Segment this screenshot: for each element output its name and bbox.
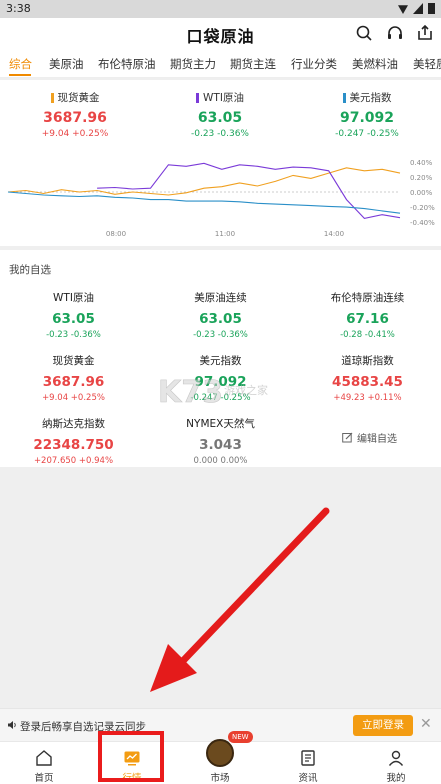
x-tick-label: 08:00	[106, 230, 126, 238]
y-tick-label: -0.40%	[410, 219, 435, 227]
nav-news[interactable]: 资讯	[264, 742, 352, 784]
edit-icon	[342, 432, 353, 443]
tab-brent-crude[interactable]: 布伦特原油	[98, 56, 156, 72]
app-header: 口袋原油	[0, 18, 441, 48]
login-prompt-bar: 登录后畅享自选记录云同步 立即登录 ✕	[0, 708, 441, 741]
quote-price: 97.092	[339, 110, 395, 126]
quote-card-dollar-index[interactable]: 美元指数 97.092 -0.247 -0.25%	[297, 90, 437, 139]
x-tick-label: 11:00	[215, 230, 235, 238]
tab-futures-continuous[interactable]: 期货主连	[230, 56, 276, 72]
news-icon	[301, 750, 315, 766]
tab-industry[interactable]: 行业分类	[291, 56, 337, 72]
x-tick-label: 14:00	[324, 230, 344, 238]
edit-watchlist-button[interactable]: 编辑自选	[342, 430, 397, 445]
quote-change: -0.247 -0.25%	[335, 129, 399, 139]
quote-price: 3687.96	[43, 110, 107, 126]
tab-us-crude[interactable]: 美原油	[49, 56, 84, 72]
status-icons	[398, 3, 435, 14]
speaker-icon	[8, 721, 16, 729]
login-button[interactable]: 立即登录	[353, 715, 413, 736]
tab-futures-main[interactable]: 期货主力	[170, 56, 216, 72]
tab-us-light[interactable]: 美轻质	[413, 56, 441, 72]
series-color-marker	[196, 92, 200, 103]
market-avatar-icon[interactable]	[206, 739, 234, 767]
watchlist-item[interactable]: NYMEX天然气 3.043 0.000 0.00%	[147, 416, 294, 466]
tab-comprehensive[interactable]: 综合	[9, 56, 32, 72]
y-tick-label: 0.00%	[410, 189, 433, 197]
signal-icon	[413, 3, 423, 14]
watchlist-item[interactable]: 布伦特原油连续 67.16 -0.28 -0.41%	[294, 290, 441, 340]
battery-icon	[428, 3, 435, 14]
headset-icon[interactable]	[386, 24, 404, 42]
series-line-1	[97, 162, 401, 220]
svg-text:游戏之家: 游戏之家	[224, 383, 268, 397]
quote-name: 现货黄金	[57, 92, 100, 104]
watchlist-item[interactable]: 美原油连续 63.05 -0.23 -0.36%	[147, 290, 294, 340]
quote-name: 美元指数	[349, 92, 392, 104]
watermark-logo: K73 游戏之家	[158, 375, 268, 410]
watchlist-item[interactable]: 道琼斯指数 45883.45 +49.23 +0.11%	[294, 353, 441, 403]
new-badge: NEW	[228, 731, 253, 743]
y-tick-label: -0.20%	[410, 204, 435, 212]
close-icon[interactable]: ✕	[420, 716, 432, 732]
y-tick-label: 0.40%	[410, 159, 433, 167]
watchlist-title: 我的自选	[9, 264, 51, 276]
quote-price: 63.05	[197, 110, 243, 126]
watchlist-item[interactable]: WTI原油 63.05 -0.23 -0.36%	[0, 290, 147, 340]
watchlist-item[interactable]: 现货黄金 3687.96 +9.04 +0.25%	[0, 353, 147, 403]
series-line-2	[7, 191, 401, 214]
quote-card-wti[interactable]: WTI原油 63.05 -0.23 -0.36%	[150, 90, 290, 139]
quote-card-gold[interactable]: 现货黄金 3687.96 +9.04 +0.25%	[5, 90, 145, 139]
svg-text:K73: K73	[158, 375, 223, 410]
tab-us-fuel-oil[interactable]: 美燃料油	[352, 56, 398, 72]
category-tabs: 综合 美原油 布伦特原油 期货主力 期货主连 行业分类 美燃料油 美轻质	[0, 48, 441, 78]
watchlist-section: 我的自选 WTI原油 63.05 -0.23 -0.36% 美原油连续 63.0…	[0, 250, 441, 467]
status-bar: 3:38	[0, 0, 441, 18]
user-icon	[388, 750, 404, 766]
search-icon[interactable]	[355, 24, 373, 42]
quote-change: +9.04 +0.25%	[41, 129, 109, 139]
series-color-marker	[342, 92, 346, 103]
trend-chart[interactable]: 0.40% 0.20% 0.00% -0.20% -0.40% 08:00 11:00 14:…	[0, 148, 441, 244]
app-logo: 口袋原油	[186, 27, 255, 46]
y-tick-label: 0.20%	[410, 174, 433, 182]
quote-section: 现货黄金 3687.96 +9.04 +0.25% WTI原油 63.05 -0…	[0, 80, 441, 246]
status-time: 3:38	[6, 2, 31, 15]
nav-home[interactable]: 首页	[0, 742, 88, 784]
share-icon[interactable]	[416, 24, 434, 42]
quote-name: WTI原油	[203, 92, 244, 104]
series-color-marker	[50, 92, 54, 103]
active-tab-indicator	[9, 74, 31, 76]
annotation-highlight-box	[98, 731, 164, 782]
wifi-icon	[398, 5, 408, 14]
watchlist-item[interactable]: 纳斯达克指数 22348.750 +207.650 +0.94%	[0, 416, 147, 466]
home-icon	[36, 750, 52, 766]
quote-change: -0.23 -0.36%	[191, 129, 249, 139]
nav-profile[interactable]: 我的	[352, 742, 440, 784]
